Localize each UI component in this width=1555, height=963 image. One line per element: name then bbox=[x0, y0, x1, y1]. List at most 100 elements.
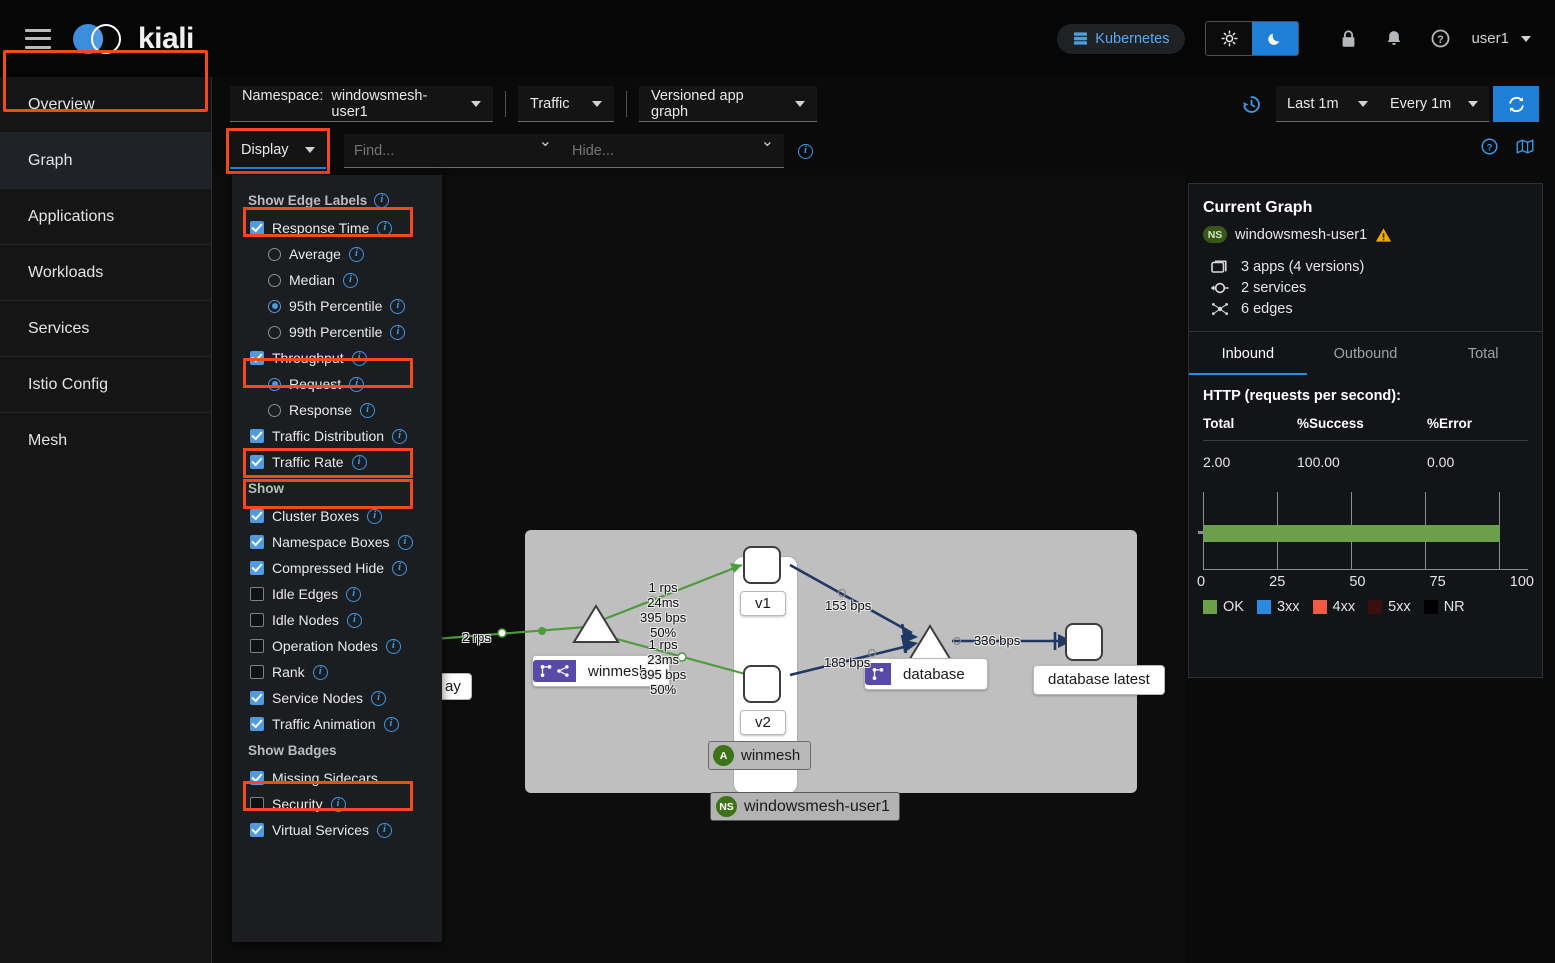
request-info-icon[interactable]: i bbox=[349, 376, 365, 392]
cluster-badge[interactable]: Kubernetes bbox=[1057, 23, 1186, 54]
checkbox-idle-nodes[interactable] bbox=[250, 613, 264, 627]
legend-item-5xx[interactable]: 5xx bbox=[1368, 599, 1411, 615]
operation-nodes-info-icon[interactable]: i bbox=[385, 638, 401, 654]
light-theme-button[interactable] bbox=[1206, 22, 1253, 55]
throughput-info-icon[interactable]: i bbox=[351, 350, 367, 366]
checkbox-cluster-boxes[interactable] bbox=[250, 509, 264, 523]
traffic-animation-info-icon[interactable]: i bbox=[383, 716, 399, 732]
sidebar-item-workloads[interactable]: Workloads bbox=[0, 245, 211, 301]
99th-percentile-info-icon[interactable]: i bbox=[390, 324, 406, 340]
theme-toggle[interactable] bbox=[1205, 21, 1300, 56]
legend-item-ok[interactable]: OK bbox=[1203, 599, 1244, 615]
display-option-response[interactable]: Response i bbox=[232, 397, 442, 423]
radio-request[interactable] bbox=[268, 377, 281, 391]
95th-percentile-info-icon[interactable]: i bbox=[390, 298, 406, 314]
graph-traffic-selector[interactable]: Traffic bbox=[518, 86, 614, 122]
display-option-99th-percentile[interactable]: 99th Percentile i bbox=[232, 319, 442, 345]
idle-nodes-info-icon[interactable]: i bbox=[346, 612, 362, 628]
user-menu[interactable]: user1 bbox=[1471, 30, 1537, 47]
display-option-virtual-services[interactable]: Virtual Services i bbox=[232, 817, 442, 843]
sidebar-item-istio-config[interactable]: Istio Config bbox=[0, 357, 211, 413]
graph-node-service-winmesh[interactable] bbox=[572, 603, 622, 645]
legend-item-nr[interactable]: NR bbox=[1423, 599, 1465, 615]
sidebar-item-mesh[interactable]: Mesh bbox=[0, 413, 211, 469]
graph-node-label-v2[interactable]: v2 bbox=[740, 710, 786, 735]
notifications-button[interactable] bbox=[1371, 19, 1417, 59]
hide-input[interactable] bbox=[562, 134, 784, 168]
checkbox-idle-edges[interactable] bbox=[250, 587, 264, 601]
legend-item-3xx[interactable]: 3xx bbox=[1256, 599, 1300, 615]
checkbox-virtual-services[interactable] bbox=[250, 823, 264, 837]
display-option-missing-sidecars[interactable]: Missing Sidecars bbox=[232, 765, 442, 791]
tab-total[interactable]: Total bbox=[1424, 332, 1542, 375]
radio-95th-percentile[interactable] bbox=[268, 299, 281, 313]
help-button[interactable]: ? bbox=[1417, 19, 1463, 59]
display-option-operation-nodes[interactable]: Operation Nodes i bbox=[232, 633, 442, 659]
cluster-boxes-info-icon[interactable]: i bbox=[367, 508, 383, 524]
display-option-namespace-boxes[interactable]: Namespace Boxes i bbox=[232, 529, 442, 555]
display-dropdown-menu[interactable]: Show Edge Labels i Response Time i Average… bbox=[232, 175, 442, 942]
display-option-idle-nodes[interactable]: Idle Nodes i bbox=[232, 607, 442, 633]
display-option-traffic-rate[interactable]: Traffic Rate i bbox=[232, 449, 442, 475]
sidebar-item-services[interactable]: Services bbox=[0, 301, 211, 357]
radio-average[interactable] bbox=[268, 247, 281, 261]
display-option-service-nodes[interactable]: Service Nodes i bbox=[232, 685, 442, 711]
radio-response[interactable] bbox=[268, 403, 281, 417]
checkbox-traffic-animation[interactable] bbox=[250, 717, 264, 731]
checkbox-service-nodes[interactable] bbox=[250, 691, 264, 705]
graph-node-v2[interactable] bbox=[743, 665, 781, 703]
find-hide-info-icon[interactable]: i bbox=[798, 143, 813, 159]
find-input[interactable] bbox=[344, 134, 562, 168]
namespace-selector[interactable]: Namespace: windowsmesh-user1 bbox=[230, 86, 493, 122]
display-option-throughput[interactable]: Throughput i bbox=[232, 345, 442, 371]
lock-button[interactable] bbox=[1325, 19, 1371, 59]
checkbox-operation-nodes[interactable] bbox=[250, 639, 264, 653]
tab-inbound[interactable]: Inbound bbox=[1189, 332, 1307, 375]
sidebar-item-applications[interactable]: Applications bbox=[0, 189, 211, 245]
display-option-cluster-boxes[interactable]: Cluster Boxes i bbox=[232, 503, 442, 529]
radio-99th-percentile[interactable] bbox=[268, 325, 281, 339]
warning-triangle-icon[interactable] bbox=[1375, 227, 1392, 243]
graph-layout-selector[interactable]: Versioned app graph bbox=[639, 86, 817, 122]
graph-app-group-badge[interactable]: A winmesh bbox=[708, 741, 812, 770]
dark-theme-button[interactable] bbox=[1252, 22, 1299, 55]
display-option-request[interactable]: Request i bbox=[232, 371, 442, 397]
display-menu-button[interactable]: Display bbox=[230, 133, 326, 169]
display-option-idle-edges[interactable]: Idle Edges i bbox=[232, 581, 442, 607]
edge-labels-info-icon[interactable]: i bbox=[374, 193, 390, 208]
response-time-info-icon[interactable]: i bbox=[377, 220, 393, 236]
kiali-logo[interactable]: kiali bbox=[73, 21, 194, 57]
idle-edges-info-icon[interactable]: i bbox=[346, 586, 362, 602]
checkbox-missing-sidecars[interactable] bbox=[250, 771, 264, 785]
hamburger-icon[interactable] bbox=[25, 28, 51, 49]
checkbox-throughput[interactable] bbox=[250, 351, 264, 365]
display-option-traffic-distribution[interactable]: Traffic Distribution i bbox=[232, 423, 442, 449]
checkbox-traffic-rate[interactable] bbox=[250, 455, 264, 469]
graph-help-icon[interactable]: ? bbox=[1480, 137, 1499, 156]
graph-node-label-database-latest[interactable]: database latest bbox=[1033, 665, 1165, 695]
checkbox-traffic-distribution[interactable] bbox=[250, 429, 264, 443]
display-option-95th-percentile[interactable]: 95th Percentile i bbox=[232, 293, 442, 319]
display-option-average[interactable]: Average i bbox=[232, 241, 442, 267]
radio-median[interactable] bbox=[268, 273, 281, 287]
graph-node-v1[interactable] bbox=[743, 546, 781, 584]
service-nodes-info-icon[interactable]: i bbox=[371, 690, 387, 706]
display-option-rank[interactable]: Rank i bbox=[232, 659, 442, 685]
refresh-interval-selector[interactable]: Every 1m bbox=[1379, 86, 1489, 122]
checkbox-rank[interactable] bbox=[250, 665, 264, 679]
legend-item-4xx[interactable]: 4xx bbox=[1312, 599, 1355, 615]
compressed-hide-info-icon[interactable]: i bbox=[392, 560, 408, 576]
graph-node-database-latest[interactable] bbox=[1065, 623, 1103, 661]
display-option-compressed-hide[interactable]: Compressed Hide i bbox=[232, 555, 442, 581]
refresh-button[interactable] bbox=[1493, 86, 1539, 122]
namespace-boxes-info-icon[interactable]: i bbox=[397, 534, 413, 550]
display-option-security[interactable]: Security i bbox=[232, 791, 442, 817]
rank-info-icon[interactable]: i bbox=[312, 664, 328, 680]
checkbox-compressed-hide[interactable] bbox=[250, 561, 264, 575]
checkbox-response-time[interactable] bbox=[250, 221, 264, 235]
display-option-response-time[interactable]: Response Time i bbox=[232, 215, 442, 241]
median-info-icon[interactable]: i bbox=[342, 272, 358, 288]
response-info-icon[interactable]: i bbox=[360, 402, 376, 418]
duration-selector[interactable]: Last 1m bbox=[1276, 86, 1379, 122]
virtual-services-info-icon[interactable]: i bbox=[377, 822, 393, 838]
